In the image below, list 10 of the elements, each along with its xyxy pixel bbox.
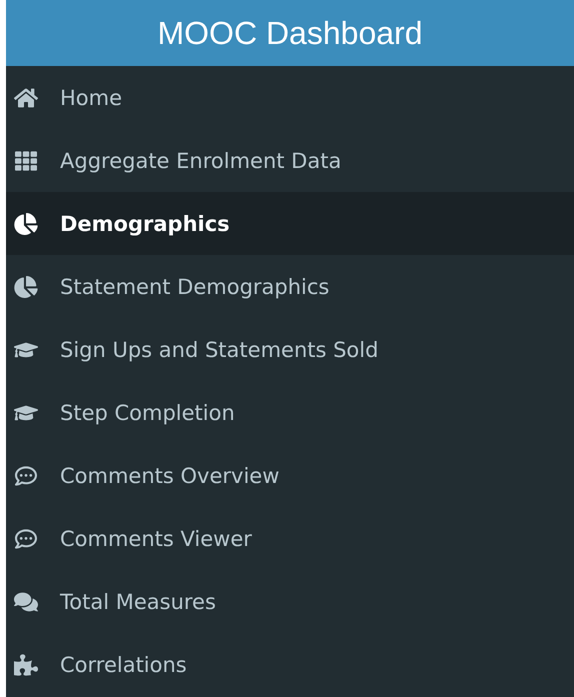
sidebar-item[interactable]: Demographics	[6, 192, 574, 255]
puzzle-piece-icon	[14, 654, 38, 676]
pie-chart-icon	[14, 276, 38, 298]
home-icon	[14, 86, 38, 108]
grid-icon	[14, 150, 38, 172]
pie-chart-icon	[14, 212, 38, 234]
chat-bubbles-icon	[14, 590, 38, 612]
speech-bubble-icon	[14, 464, 38, 486]
dashboard-title: MOOC Dashboard	[158, 14, 422, 52]
speech-bubble-icon	[14, 528, 38, 550]
